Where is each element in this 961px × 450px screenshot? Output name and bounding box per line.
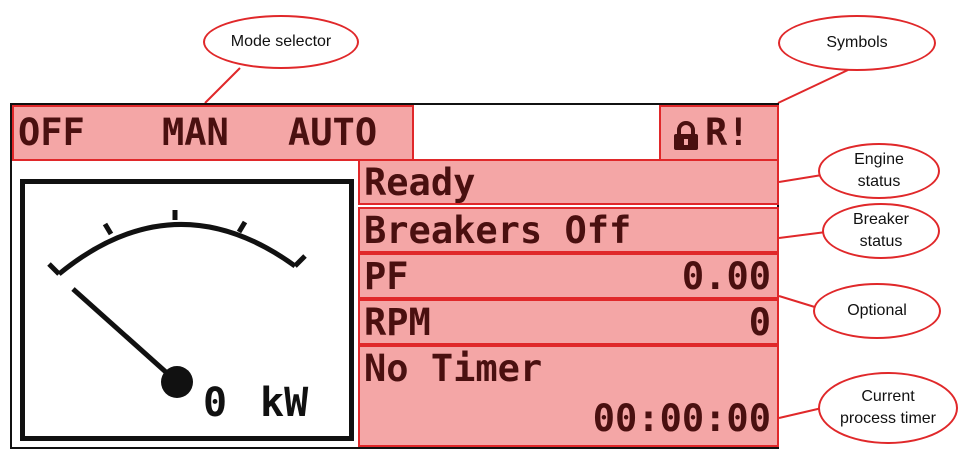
callout-engine-status-line1: Engine [854, 151, 904, 169]
lock-icon [674, 121, 698, 150]
callout-breaker-status-line1: Breaker [852, 211, 910, 229]
power-gauge: 0 kW [20, 179, 354, 441]
gauge-tick [102, 222, 114, 236]
rpm-row: RPM 0 [358, 299, 779, 345]
symbols-text: R! [705, 111, 750, 154]
gauge-unit: kW [260, 380, 309, 426]
callout-breaker-status-line2: status [859, 233, 903, 250]
controller-display: OFF MAN AUTO R! Ready Breakers Off PF 0.… [10, 103, 779, 449]
callout-mode-selector-text: Mode selector [230, 33, 332, 51]
breaker-status-text: Breakers Off [364, 209, 632, 252]
callout-process-timer-line1: Current [861, 388, 915, 406]
callout-symbols-text: Symbols [826, 34, 888, 52]
pf-row: PF 0.00 [358, 253, 779, 299]
gauge-needle [71, 287, 179, 384]
rpm-label: RPM [364, 301, 431, 344]
callout-process-timer-line2: process timer [839, 410, 937, 427]
pf-value: 0.00 [681, 255, 771, 298]
engine-status-text: Ready [364, 161, 476, 204]
gauge-value: 0 [203, 380, 228, 426]
gauge-tick [236, 220, 248, 234]
symbols-area: R! [659, 105, 779, 161]
gauge-tick [47, 262, 61, 276]
gauge-pivot [161, 366, 193, 398]
mode-selector[interactable]: OFF MAN AUTO [12, 105, 414, 161]
mode-man-button[interactable]: MAN [162, 111, 229, 154]
gauge-arc [57, 221, 297, 276]
callout-process-timer: Current process timer [818, 372, 958, 444]
callout-engine-status-line2: status [857, 173, 901, 190]
timer-row: No Timer 00:00:00 [358, 345, 779, 447]
mode-off-button[interactable]: OFF [18, 111, 85, 154]
mode-auto-button[interactable]: AUTO [288, 111, 377, 154]
rpm-value: 0 [748, 301, 771, 344]
callout-symbols: Symbols [778, 15, 936, 71]
timer-label: No Timer [364, 347, 543, 390]
callout-optional: Optional [813, 283, 941, 339]
engine-status-row: Ready [358, 159, 779, 205]
gauge-tick [293, 254, 307, 268]
callout-engine-status: Engine status [818, 143, 940, 199]
pf-label: PF [364, 255, 409, 298]
breaker-status-row: Breakers Off [358, 207, 779, 253]
timer-value: 00:00:00 [592, 397, 771, 440]
callout-mode-selector: Mode selector [203, 15, 359, 69]
callout-optional-text: Optional [847, 302, 907, 320]
callout-breaker-status: Breaker status [822, 203, 940, 259]
